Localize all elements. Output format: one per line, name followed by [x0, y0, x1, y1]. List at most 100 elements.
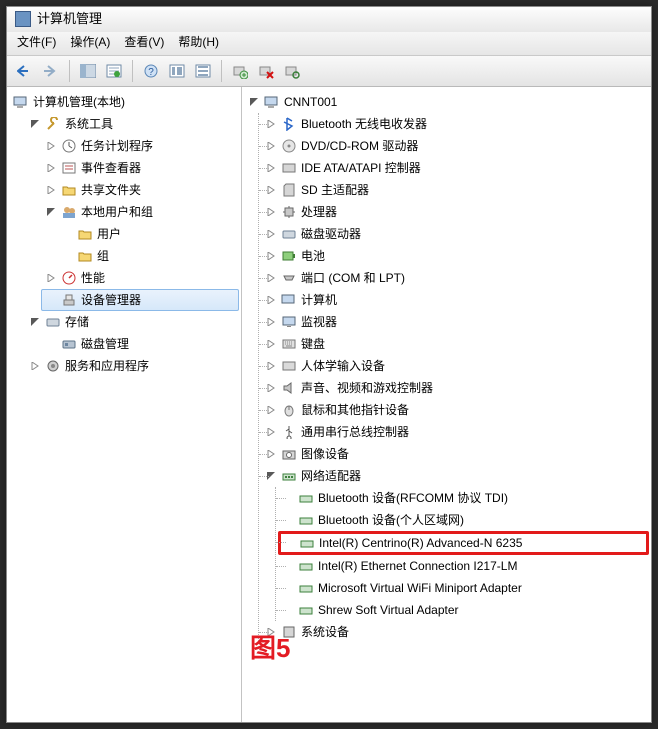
expand-arrow-icon[interactable] — [265, 118, 277, 130]
view-list-button[interactable] — [191, 59, 215, 83]
expand-arrow-icon[interactable] — [265, 184, 277, 196]
node-scheduler[interactable]: 任务计划程序 — [41, 135, 239, 157]
node-label: 用户 — [97, 227, 121, 243]
expand-arrow-icon[interactable] — [45, 140, 57, 152]
expand-arrow-icon[interactable] — [265, 338, 277, 350]
expand-arrow-icon[interactable] — [45, 184, 57, 196]
cat-cpu[interactable]: 处理器 — [261, 201, 649, 223]
node-services-apps[interactable]: 服务和应用程序 — [25, 355, 239, 377]
forward-button[interactable] — [39, 59, 63, 83]
menu-view[interactable]: 查看(V) — [124, 35, 164, 51]
menu-file[interactable]: 文件(F) — [17, 35, 56, 51]
net-adapter-item-highlighted[interactable]: Intel(R) Centrino(R) Advanced-N 6235 — [278, 531, 649, 555]
computer-icon — [264, 94, 280, 110]
net-adapter-item[interactable]: Bluetooth 设备(RFCOMM 协议 TDI) — [278, 487, 649, 509]
net-adapter-item[interactable]: Shrew Soft Virtual Adapter — [278, 599, 649, 621]
node-system-tools[interactable]: 系统工具 — [25, 113, 239, 135]
properties-button[interactable] — [102, 59, 126, 83]
folder-icon — [77, 248, 93, 264]
node-label: 计算机管理(本地) — [33, 95, 125, 111]
net-adapter-item[interactable]: Bluetooth 设备(个人区域网) — [278, 509, 649, 531]
node-storage[interactable]: 存储 — [25, 311, 239, 333]
device-tree[interactable]: CNNT001 Bluetooth 无线电收发器 DVD/CD-ROM 驱动器 … — [244, 91, 649, 643]
port-icon — [281, 270, 297, 286]
expand-arrow-icon[interactable] — [29, 360, 41, 372]
cat-sd[interactable]: SD 主适配器 — [261, 179, 649, 201]
computer-icon — [281, 292, 297, 308]
cat-system[interactable]: 系统设备 — [261, 621, 649, 643]
refresh-button[interactable] — [165, 59, 189, 83]
expand-arrow-icon[interactable] — [265, 162, 277, 174]
update-driver-button[interactable] — [280, 59, 304, 83]
node-label: Bluetooth 设备(RFCOMM 协议 TDI) — [318, 491, 508, 507]
node-local-users[interactable]: 本地用户和组 — [41, 201, 239, 223]
back-button[interactable] — [13, 59, 37, 83]
left-pane[interactable]: 计算机管理(本地) 系统工具 — [7, 87, 242, 722]
expand-arrow-icon[interactable] — [265, 316, 277, 328]
node-root[interactable]: 计算机管理(本地) — [9, 91, 239, 113]
collapse-arrow-icon[interactable] — [45, 206, 57, 218]
expand-arrow-icon[interactable] — [265, 272, 277, 284]
node-shares[interactable]: 共享文件夹 — [41, 179, 239, 201]
node-eventvwr[interactable]: 事件查看器 — [41, 157, 239, 179]
expand-arrow-icon[interactable] — [45, 162, 57, 174]
cat-ports[interactable]: 端口 (COM 和 LPT) — [261, 267, 649, 289]
right-pane[interactable]: CNNT001 Bluetooth 无线电收发器 DVD/CD-ROM 驱动器 … — [242, 87, 651, 722]
expand-arrow-icon[interactable] — [265, 382, 277, 394]
node-device-manager[interactable]: 设备管理器 — [41, 289, 239, 311]
cat-dvd[interactable]: DVD/CD-ROM 驱动器 — [261, 135, 649, 157]
cat-ide[interactable]: IDE ATA/ATAPI 控制器 — [261, 157, 649, 179]
cat-battery[interactable]: 电池 — [261, 245, 649, 267]
node-diskmgmt[interactable]: 磁盘管理 — [41, 333, 239, 355]
cat-monitor[interactable]: 监视器 — [261, 311, 649, 333]
uninstall-device-button[interactable] — [254, 59, 278, 83]
collapse-arrow-icon[interactable] — [29, 316, 41, 328]
show-hide-tree-button[interactable] — [76, 59, 100, 83]
menu-help[interactable]: 帮助(H) — [178, 35, 219, 51]
cat-mouse[interactable]: 鼠标和其他指针设备 — [261, 399, 649, 421]
cat-disk[interactable]: 磁盘驱动器 — [261, 223, 649, 245]
node-label: 计算机 — [301, 293, 337, 309]
cat-bluetooth[interactable]: Bluetooth 无线电收发器 — [261, 113, 649, 135]
expand-arrow-icon[interactable] — [265, 250, 277, 262]
collapse-arrow-icon[interactable] — [265, 470, 277, 482]
cat-network[interactable]: 网络适配器 — [261, 465, 649, 487]
expand-arrow-icon[interactable] — [265, 140, 277, 152]
cat-sound[interactable]: 声音、视频和游戏控制器 — [261, 377, 649, 399]
expand-arrow-icon[interactable] — [265, 404, 277, 416]
help-button[interactable]: ? — [139, 59, 163, 83]
node-users[interactable]: 用户 — [57, 223, 239, 245]
menu-action[interactable]: 操作(A) — [70, 35, 110, 51]
cat-computer[interactable]: 计算机 — [261, 289, 649, 311]
expand-arrow-icon[interactable] — [265, 228, 277, 240]
toolbar-sep — [69, 60, 70, 82]
node-groups[interactable]: 组 — [57, 245, 239, 267]
mouse-icon — [281, 402, 297, 418]
cat-usb[interactable]: 通用串行总线控制器 — [261, 421, 649, 443]
scan-hardware-button[interactable] — [228, 59, 252, 83]
collapse-arrow-icon[interactable] — [248, 96, 260, 108]
device-root[interactable]: CNNT001 — [244, 91, 649, 113]
menubar: 文件(F) 操作(A) 查看(V) 帮助(H) — [7, 32, 651, 57]
expand-arrow-icon[interactable] — [265, 448, 277, 460]
disc-icon — [281, 138, 297, 154]
net-adapter-item[interactable]: Intel(R) Ethernet Connection I217-LM — [278, 555, 649, 577]
expand-arrow-icon[interactable] — [265, 426, 277, 438]
users-icon — [61, 204, 77, 220]
cat-imaging[interactable]: 图像设备 — [261, 443, 649, 465]
cat-keyboard[interactable]: 键盘 — [261, 333, 649, 355]
node-performance[interactable]: 性能 — [41, 267, 239, 289]
expand-arrow-icon[interactable] — [45, 272, 57, 284]
node-label: 存储 — [65, 315, 89, 331]
expand-arrow-icon[interactable] — [265, 206, 277, 218]
mmc-tree[interactable]: 计算机管理(本地) 系统工具 — [9, 91, 239, 377]
figure-caption: 图5 — [250, 632, 290, 666]
expand-arrow-icon[interactable] — [265, 294, 277, 306]
net-adapter-item[interactable]: Microsoft Virtual WiFi Miniport Adapter — [278, 577, 649, 599]
cat-hid[interactable]: 人体学输入设备 — [261, 355, 649, 377]
expand-arrow-icon[interactable] — [265, 360, 277, 372]
eventvwr-icon — [61, 160, 77, 176]
collapse-arrow-icon[interactable] — [29, 118, 41, 130]
node-label: Intel(R) Centrino(R) Advanced-N 6235 — [319, 536, 522, 552]
node-label: 事件查看器 — [81, 161, 141, 177]
